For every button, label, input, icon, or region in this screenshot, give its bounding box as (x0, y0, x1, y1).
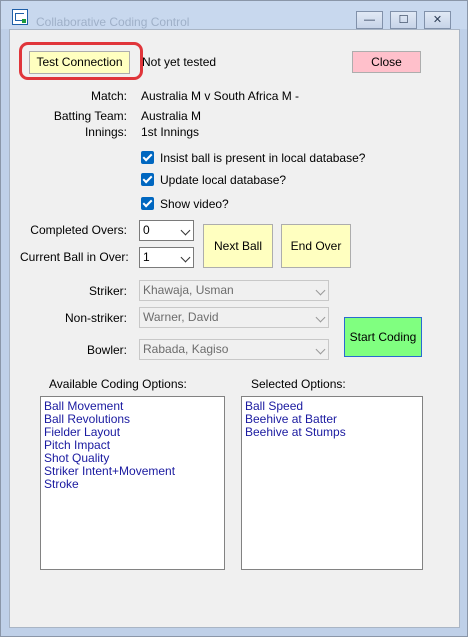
match-label: Match: (90, 89, 127, 103)
chevron-down-icon (180, 225, 191, 236)
close-icon: ✕ (432, 14, 443, 26)
batting-team-value: Australia M (141, 109, 202, 123)
selected-options-list[interactable]: Ball Speed Beehive at Batter Beehive at … (241, 396, 423, 570)
available-options-label: Available Coding Options: (49, 377, 187, 391)
maximize-button[interactable]: ☐ (390, 11, 417, 29)
app-window: Collaborative Coding Control — ☐ ✕ Test … (0, 0, 468, 637)
connection-status: Not yet tested (142, 55, 217, 69)
current-ball-value: 1 (143, 250, 150, 264)
close-button[interactable]: Close (352, 51, 421, 73)
show-video-label[interactable]: Show video? (160, 197, 229, 211)
non-striker-label: Non-striker: (64, 311, 127, 325)
maximize-icon: ☐ (398, 14, 409, 26)
minimize-icon: — (364, 14, 375, 26)
striker-value: Khawaja, Usman (143, 283, 234, 297)
chevron-down-icon (315, 312, 326, 323)
end-over-button[interactable]: End Over (281, 224, 351, 268)
minimize-button[interactable]: — (356, 11, 383, 29)
completed-overs-select[interactable]: 0 (139, 220, 194, 241)
show-video-checkbox[interactable] (141, 197, 154, 210)
chevron-down-icon (315, 285, 326, 296)
completed-overs-value: 0 (143, 223, 150, 237)
striker-label: Striker: (88, 284, 127, 298)
list-item[interactable]: Stroke (44, 478, 221, 491)
available-options-list[interactable]: Ball Movement Ball Revolutions Fielder L… (40, 396, 225, 570)
non-striker-select[interactable]: Warner, David (139, 307, 329, 328)
app-icon (12, 9, 28, 25)
title-bar[interactable]: Collaborative Coding Control — ☐ ✕ (1, 1, 467, 29)
selected-options-label: Selected Options: (251, 377, 346, 391)
update-db-label[interactable]: Update local database? (160, 173, 286, 187)
current-ball-select[interactable]: 1 (139, 247, 194, 268)
batting-team-label: Batting Team: (53, 109, 127, 123)
insist-ball-checkbox[interactable] (141, 151, 154, 164)
non-striker-value: Warner, David (143, 310, 219, 324)
bowler-select[interactable]: Rabada, Kagiso (139, 339, 329, 360)
list-item[interactable]: Beehive at Stumps (245, 426, 419, 439)
insist-ball-label[interactable]: Insist ball is present in local database… (160, 151, 365, 165)
match-value: Australia M v South Africa M - (141, 89, 300, 103)
chevron-down-icon (315, 344, 326, 355)
bowler-label: Bowler: (86, 343, 127, 357)
innings-value: 1st Innings (141, 125, 200, 139)
window-close-button[interactable]: ✕ (424, 11, 451, 29)
form-client-area: Test Connection Not yet tested Close Mat… (9, 29, 460, 628)
window-title: Collaborative Coding Control (36, 15, 190, 29)
bowler-value: Rabada, Kagiso (143, 342, 229, 356)
current-ball-label: Current Ball in Over: (20, 250, 129, 264)
innings-label: Innings: (84, 125, 127, 139)
start-coding-button[interactable]: Start Coding (344, 317, 422, 357)
update-db-checkbox[interactable] (141, 173, 154, 186)
completed-overs-label: Completed Overs: (30, 223, 127, 237)
chevron-down-icon (180, 252, 191, 263)
striker-select[interactable]: Khawaja, Usman (139, 280, 329, 301)
test-connection-button[interactable]: Test Connection (29, 51, 130, 74)
next-ball-button[interactable]: Next Ball (203, 224, 273, 268)
